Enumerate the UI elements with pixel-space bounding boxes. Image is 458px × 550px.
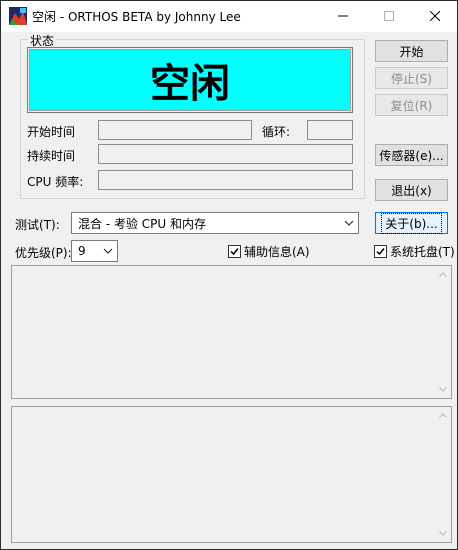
test-select-value: 混合 - 考验 CPU 和内存	[78, 216, 206, 231]
aux-info-label: 辅助信息(A)	[244, 245, 310, 259]
scroll-up-icon[interactable]	[434, 407, 451, 424]
stop-button[interactable]: 停止(S)	[375, 67, 448, 89]
vertical-scrollbar[interactable]	[434, 266, 451, 398]
vertical-scrollbar[interactable]	[434, 407, 451, 542]
close-button[interactable]	[412, 0, 458, 32]
reset-button[interactable]: 复位(R)	[375, 94, 448, 116]
status-display: 空闲	[29, 49, 351, 111]
maximize-icon	[384, 11, 394, 21]
maximize-button[interactable]	[366, 0, 412, 32]
test-select[interactable]: 混合 - 考验 CPU 和内存	[71, 212, 359, 234]
priority-select[interactable]: 9	[71, 240, 118, 262]
test-label: 测试(T):	[15, 218, 60, 232]
start-button[interactable]: 开始	[375, 40, 448, 62]
cpu-frequency-label: CPU 频率:	[27, 175, 84, 189]
scroll-up-icon[interactable]	[434, 266, 451, 283]
priority-label: 优先级(P):	[15, 246, 72, 260]
cpu-frequency-field	[98, 170, 353, 190]
duration-field	[98, 144, 353, 164]
start-time-label: 开始时间	[27, 125, 76, 139]
about-button-label: 关于(b)...	[381, 212, 442, 234]
log-textarea-upper[interactable]	[11, 265, 452, 399]
system-tray-checkbox[interactable]: 系统托盘(T)	[374, 243, 455, 260]
chevron-down-icon	[340, 220, 358, 226]
checkmark-icon	[228, 245, 241, 258]
exit-button[interactable]: 退出(x)	[375, 179, 448, 201]
orthos-app-icon	[9, 7, 27, 25]
aux-info-checkbox[interactable]: 辅助信息(A)	[228, 243, 310, 260]
loop-field	[307, 120, 353, 140]
about-button[interactable]: 关于(b)...	[375, 212, 448, 234]
priority-select-value: 9	[78, 244, 86, 258]
scroll-down-icon[interactable]	[434, 381, 451, 398]
start-time-field	[98, 120, 252, 140]
window-title: 空闲 - ORTHOS BETA by Johnny Lee	[32, 10, 241, 24]
scroll-down-icon[interactable]	[434, 525, 451, 542]
sensors-button[interactable]: 传感器(e)...	[375, 144, 448, 166]
minimize-icon	[338, 11, 348, 21]
loop-label: 循环:	[262, 125, 291, 139]
checkmark-icon	[374, 245, 387, 258]
chevron-down-icon	[99, 248, 117, 254]
minimize-button[interactable]	[320, 0, 366, 32]
log-textarea-lower[interactable]	[11, 406, 452, 543]
duration-label: 持续时间	[27, 149, 76, 163]
system-tray-label: 系统托盘(T)	[390, 245, 455, 259]
close-icon	[430, 11, 440, 21]
